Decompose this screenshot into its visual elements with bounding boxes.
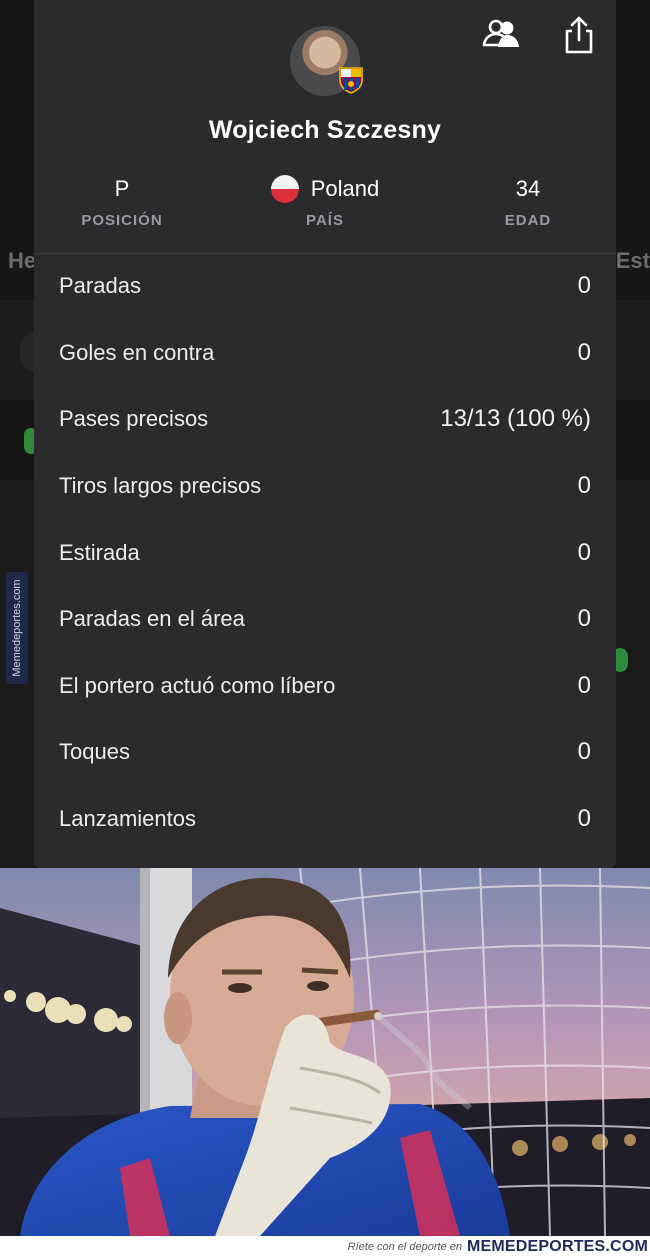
- stat-value: 13/13 (100 %): [440, 405, 591, 433]
- stat-row-estirada: Estirada 0: [34, 519, 616, 586]
- people-icon[interactable]: [480, 14, 522, 56]
- stat-row-pases-precisos: Pases precisos 13/13 (100 %): [34, 386, 616, 453]
- position-info: P POSICIÓN: [54, 172, 190, 229]
- country-row: Poland: [234, 172, 416, 206]
- side-watermark: Memedeportes.com: [6, 572, 28, 684]
- position-label: POSICIÓN: [81, 212, 163, 229]
- age-label: EDAD: [504, 212, 552, 229]
- country-label: PAÍS: [306, 212, 344, 229]
- goalkeeper-photo: [0, 868, 650, 1236]
- stat-value: 0: [577, 472, 591, 500]
- position-value: P: [114, 176, 130, 201]
- stat-row-goles-en-contra: Goles en contra 0: [34, 320, 616, 387]
- share-icon[interactable]: [558, 14, 600, 56]
- background-tab-left: He: [8, 248, 37, 273]
- country-value: Poland: [310, 176, 380, 201]
- footer-caption: Ríete con el deporte en MEMEDEPORTES.COM: [0, 1236, 650, 1257]
- footer-tagline: Ríete con el deporte en: [347, 1240, 462, 1253]
- stat-label: Tiros largos precisos: [59, 473, 262, 499]
- stat-value: 0: [577, 272, 591, 300]
- club-crest-icon: [338, 66, 364, 94]
- player-name: Wojciech Szczesny: [208, 116, 442, 144]
- stat-label: Goles en contra: [59, 339, 215, 365]
- stat-row-paradas: Paradas 0: [34, 253, 616, 320]
- country-info: Poland PAÍS: [234, 172, 416, 229]
- stat-value: 0: [577, 671, 591, 699]
- stat-row-libero: El portero actuó como líbero 0: [34, 653, 616, 720]
- stat-label: Estirada: [59, 539, 140, 565]
- stat-label: Lanzamientos: [59, 806, 196, 832]
- stat-value: 0: [577, 738, 591, 766]
- stat-row-toques: Toques 0: [34, 719, 616, 786]
- stats-list: Paradas 0 Goles en contra 0 Pases precis…: [34, 253, 616, 852]
- stat-row-tiros-largos: Tiros largos precisos 0: [34, 453, 616, 520]
- age-info: 34 EDAD: [460, 172, 596, 229]
- stat-row-lanzamientos: Lanzamientos 0: [34, 786, 616, 853]
- stat-value: 0: [577, 605, 591, 633]
- stat-label: Toques: [59, 739, 130, 765]
- side-watermark-text: Memedeportes.com: [11, 579, 23, 677]
- footer-brand[interactable]: MEMEDEPORTES.COM: [467, 1238, 648, 1256]
- stat-label: Pases precisos: [59, 406, 209, 432]
- player-sheet: Wojciech Szczesny P POSICIÓN Poland PAÍS…: [34, 0, 616, 868]
- stat-value: 0: [577, 538, 591, 566]
- stat-label: Paradas en el área: [59, 606, 245, 632]
- stat-value: 0: [577, 805, 591, 833]
- age-value: 34: [515, 176, 541, 201]
- stat-value: 0: [577, 338, 591, 366]
- poland-flag-icon: [270, 175, 299, 203]
- background-tab-right: Est: [615, 248, 650, 273]
- stat-label: El portero actuó como líbero: [59, 672, 336, 698]
- stat-row-paradas-area: Paradas en el área 0: [34, 586, 616, 653]
- stat-label: Paradas: [59, 273, 141, 299]
